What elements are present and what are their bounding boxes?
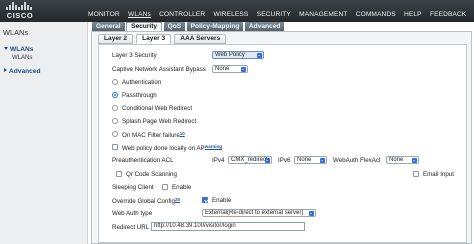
sidebar: WLANs WLANs WLANs Advanced bbox=[0, 22, 88, 244]
select-value: External(Re-direct to external server) bbox=[205, 210, 304, 216]
dropdown-caret-icon bbox=[257, 53, 262, 58]
wlan-edit-tabs: General Security QoS Policy-Mapping Adva… bbox=[92, 22, 286, 31]
main-content: General Security QoS Policy-Mapping Adva… bbox=[89, 22, 474, 244]
layer3-security-label: Layer 3 Security bbox=[112, 52, 157, 59]
ipv4-label: IPv4 bbox=[212, 157, 225, 164]
security-panel: Layer 2 Layer 3 AAA Servers Layer 3 Secu… bbox=[91, 31, 472, 244]
override-global-config-text: Override Global Config bbox=[112, 198, 175, 205]
menu-security[interactable]: SECURITY bbox=[257, 11, 291, 21]
dropdown-caret-icon bbox=[320, 158, 325, 163]
mac-filter-failure-label: On MAC Filter failure10 bbox=[122, 131, 185, 139]
select-value: None bbox=[389, 157, 404, 163]
sleeping-client-checkbox[interactable] bbox=[162, 184, 168, 190]
mac-filter-failure-radio[interactable] bbox=[112, 131, 118, 137]
conditional-redirect-radio[interactable] bbox=[112, 105, 118, 111]
authentication-label: Authentication bbox=[122, 79, 162, 86]
captive-bypass-select[interactable]: None bbox=[212, 65, 248, 73]
sleeping-client-enable-label: Enable bbox=[172, 184, 192, 191]
override-global-config-enable-label: Enable bbox=[212, 197, 232, 204]
expand-arrow-icon bbox=[4, 47, 8, 50]
layer3-security-select[interactable]: Web Policy bbox=[212, 51, 264, 59]
ipv4-acl-select[interactable]: CMX_redirect bbox=[228, 156, 272, 164]
splash-redirect-radio[interactable] bbox=[112, 118, 118, 124]
cisco-logo: CISCO bbox=[3, 2, 37, 20]
ipv6-acl-select[interactable]: None bbox=[294, 156, 327, 164]
menu-management[interactable]: MANAGEMENT bbox=[299, 11, 347, 21]
qr-code-scanning-label: Qr Code Scanning bbox=[126, 171, 177, 178]
menu-commands[interactable]: COMMANDS bbox=[356, 11, 396, 21]
subtab-layer2[interactable]: Layer 2 bbox=[98, 34, 134, 44]
select-value: Web Policy bbox=[215, 52, 245, 58]
sleeping-client-label: Sleeping Client bbox=[112, 184, 154, 191]
logo-wordmark: CISCO bbox=[6, 11, 34, 20]
web-auth-type-select[interactable]: External(Re-direct to external server) bbox=[202, 209, 316, 217]
tab-policy-mapping[interactable]: Policy-Mapping bbox=[186, 22, 244, 31]
sidebar-item-wlans[interactable]: WLANs bbox=[4, 46, 33, 53]
splash-redirect-label: Splash Page Web Redirect bbox=[122, 118, 197, 125]
main-menu: MONITOR WLANs CONTROLLER WIRELESS SECURI… bbox=[88, 11, 474, 21]
layer3-form: Layer 3 Security Web Policy Captive Netw… bbox=[98, 44, 467, 243]
sidebar-item-label: WLANs bbox=[10, 46, 34, 53]
conditional-redirect-label: Conditional Web Redirect bbox=[122, 105, 193, 112]
web-policy-local-ap-text: Web policy done locally on AP bbox=[122, 145, 205, 152]
sidebar-item-advanced[interactable]: Advanced bbox=[4, 68, 41, 75]
tab-qos[interactable]: QoS bbox=[163, 22, 186, 31]
captive-bypass-label: Captive Network Assistant Bypass bbox=[112, 66, 206, 73]
top-bar: CISCO MONITOR WLANs CONTROLLER WIRELESS … bbox=[0, 0, 474, 22]
menu-wlans[interactable]: WLANs bbox=[128, 11, 151, 21]
web-policy-local-ap-label: Web policy done locally on APwarning bbox=[122, 144, 222, 152]
email-input-checkbox[interactable] bbox=[413, 171, 419, 177]
subtab-aaa-servers[interactable]: AAA Servers bbox=[174, 34, 227, 44]
passthrough-label: Passthrough bbox=[122, 92, 157, 99]
tab-advanced[interactable]: Advanced bbox=[244, 22, 285, 31]
dropdown-caret-icon bbox=[412, 158, 417, 163]
sidebar-item-label: Advanced bbox=[9, 68, 41, 75]
footnote-link[interactable]: 10 bbox=[180, 131, 185, 136]
select-value: None bbox=[215, 66, 230, 72]
preauth-acl-label: Preauthentication ACL bbox=[112, 157, 174, 164]
select-value: None bbox=[297, 157, 312, 163]
warning-link[interactable]: warning bbox=[205, 144, 222, 149]
redirect-url-input[interactable]: http://10.48.39.100/visitor/login bbox=[151, 222, 305, 231]
select-value: CMX_redirect bbox=[231, 157, 268, 163]
footnote-link[interactable]: 20 bbox=[175, 197, 180, 202]
authentication-radio[interactable] bbox=[112, 79, 118, 85]
menu-wireless[interactable]: WIRELESS bbox=[214, 11, 249, 21]
passthrough-radio[interactable] bbox=[112, 92, 118, 98]
redirect-url-label: Redirect URL bbox=[112, 224, 150, 231]
tab-general[interactable]: General bbox=[92, 22, 125, 31]
webauth-flexacl-label: WebAuth FlexAcl bbox=[333, 157, 381, 164]
sidebar-subitem-wlans[interactable]: WLANs bbox=[12, 55, 32, 61]
qr-code-scanning-checkbox[interactable] bbox=[116, 171, 122, 177]
email-input-label: Email Input bbox=[423, 171, 454, 178]
webauth-flexacl-select[interactable]: None bbox=[386, 156, 419, 164]
menu-help[interactable]: HELP bbox=[404, 11, 422, 21]
menu-controller[interactable]: CONTROLLER bbox=[159, 11, 205, 21]
menu-monitor[interactable]: MONITOR bbox=[88, 11, 120, 21]
web-policy-local-ap-checkbox[interactable] bbox=[112, 144, 118, 150]
dropdown-caret-icon bbox=[241, 67, 246, 72]
mac-filter-failure-text: On MAC Filter failure bbox=[122, 132, 180, 139]
tab-security[interactable]: Security bbox=[126, 22, 163, 31]
dropdown-caret-icon bbox=[265, 158, 270, 163]
override-global-config-checkbox[interactable] bbox=[202, 197, 208, 203]
sidebar-title: WLANs bbox=[3, 28, 29, 37]
web-auth-type-label: Web Auth type bbox=[112, 210, 153, 217]
override-global-config-label: Override Global Config20 bbox=[112, 197, 180, 205]
dropdown-caret-icon bbox=[309, 211, 314, 216]
collapse-arrow-icon bbox=[4, 68, 7, 72]
security-subtabs: Layer 2 Layer 3 AAA Servers bbox=[98, 34, 229, 44]
menu-feedback[interactable]: FEEDBACK bbox=[430, 11, 466, 21]
ipv6-label: IPv6 bbox=[278, 157, 291, 164]
subtab-layer3[interactable]: Layer 3 bbox=[136, 34, 172, 44]
